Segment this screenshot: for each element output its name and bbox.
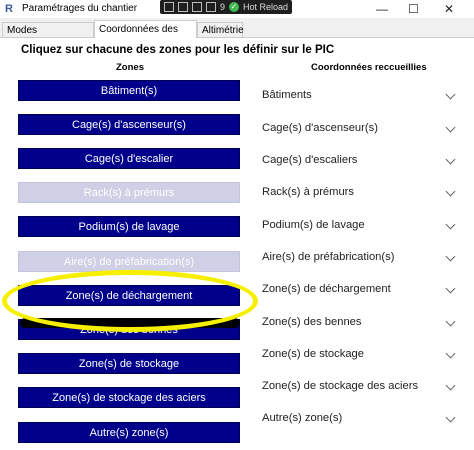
coords-column-header: Coordonnées reccueillies xyxy=(311,62,427,73)
chevron-down-icon[interactable] xyxy=(445,154,456,165)
hot-reload-icon: ✓ xyxy=(229,2,240,12)
coord-row-label: Autre(s) zone(s) xyxy=(262,412,343,424)
zones-column-header: Zones xyxy=(116,62,144,73)
coord-row-stockage[interactable]: Zone(s) de stockage xyxy=(262,344,462,364)
coord-row-label: Bâtiments xyxy=(262,89,312,101)
coord-row-escaliers[interactable]: Cage(s) d'escaliers xyxy=(262,150,462,170)
chevron-down-icon[interactable] xyxy=(445,348,456,359)
chevron-down-icon[interactable] xyxy=(445,89,456,100)
coord-row-ascenseurs[interactable]: Cage(s) d'ascenseur(s) xyxy=(262,118,462,138)
display-layout-icon[interactable] xyxy=(178,2,188,12)
track-focus-icon[interactable] xyxy=(192,2,202,12)
coord-row-dechargement[interactable]: Zone(s) de déchargement xyxy=(262,279,462,299)
app-icon: R xyxy=(5,3,13,15)
maximize-icon[interactable]: ☐ xyxy=(408,2,419,16)
tab-modes-constructifs[interactable]: Modes constructifs xyxy=(2,22,94,51)
chevron-down-icon[interactable] xyxy=(445,251,456,262)
zone-button-stockage[interactable]: Zone(s) de stockage xyxy=(18,353,240,374)
debug-toolbar: 9 ✓ Hot Reload xyxy=(160,0,293,14)
coord-row-bennes[interactable]: Zone(s) des bennes xyxy=(262,312,462,332)
adorner-icon[interactable] xyxy=(206,2,216,12)
panel-heading: Cliquez sur chacune des zones pour les d… xyxy=(21,44,335,56)
coord-row-label: Zone(s) des bennes xyxy=(262,316,362,328)
chevron-down-icon[interactable] xyxy=(445,186,456,197)
chevron-down-icon[interactable] xyxy=(445,122,456,133)
select-element-icon[interactable] xyxy=(164,2,174,12)
coord-row-label: Cage(s) d'escaliers xyxy=(262,154,358,166)
tab-coordonnees-zones[interactable]: Coordonnées des zones xyxy=(94,20,197,52)
coord-row-autres[interactable]: Autre(s) zone(s) xyxy=(262,408,462,428)
title-bar: R Paramétrages du chantier 9 ✓ Hot Reloa… xyxy=(0,0,474,18)
zone-button-escaliers[interactable]: Cage(s) d'escalier xyxy=(18,148,240,169)
zone-button-stockage-aciers[interactable]: Zone(s) de stockage des aciers xyxy=(18,387,240,408)
zone-button-batiments[interactable]: Bâtiment(s) xyxy=(18,80,240,101)
coord-row-racks[interactable]: Rack(s) à prémurs xyxy=(262,182,462,202)
zone-button-ascenseurs[interactable]: Cage(s) d'ascenseur(s) xyxy=(18,114,240,135)
chevron-down-icon[interactable] xyxy=(445,283,456,294)
coord-row-label: Zone(s) de stockage xyxy=(262,348,364,360)
coord-row-batiments[interactable]: Bâtiments xyxy=(262,85,462,105)
zone-button-autres[interactable]: Autre(s) zone(s) xyxy=(18,422,240,443)
zone-button-racks[interactable]: Rack(s) à prémurs xyxy=(18,182,240,203)
minimize-icon[interactable]: — xyxy=(376,2,388,16)
chevron-down-icon[interactable] xyxy=(445,219,456,230)
zone-button-prefabrication[interactable]: Aire(s) de préfabrication(s) xyxy=(18,251,240,272)
zone-button-podiums[interactable]: Podium(s) de lavage xyxy=(18,216,240,237)
issues-count[interactable]: 9 xyxy=(220,2,225,12)
coord-row-podiums[interactable]: Podium(s) de lavage xyxy=(262,215,462,235)
tab-altimetrie[interactable]: Altimétrie xyxy=(197,22,244,37)
chevron-down-icon[interactable] xyxy=(445,316,456,327)
window-title: Paramétrages du chantier xyxy=(22,3,138,14)
coord-row-label: Aire(s) de préfabrication(s) xyxy=(262,251,395,263)
coord-row-label: Podium(s) de lavage xyxy=(262,219,365,231)
coord-row-label: Cage(s) d'ascenseur(s) xyxy=(262,122,378,134)
coord-row-label: Zone(s) de stockage des aciers xyxy=(262,380,419,392)
zones-panel: Cliquez sur chacune des zones pour les d… xyxy=(0,38,474,450)
tab-strip: Modes constructifs Coordonnées des zones… xyxy=(0,20,474,52)
coord-row-label: Zone(s) de déchargement xyxy=(262,283,391,295)
chevron-down-icon[interactable] xyxy=(445,380,456,391)
close-icon[interactable]: ✕ xyxy=(444,2,454,16)
coord-row-prefabrication[interactable]: Aire(s) de préfabrication(s) xyxy=(262,247,462,267)
coord-row-label: Rack(s) à prémurs xyxy=(262,186,355,198)
coord-row-stockage-aciers[interactable]: Zone(s) de stockage des aciers xyxy=(262,376,462,396)
yellow-highlight-ellipse xyxy=(2,270,258,332)
hot-reload-label[interactable]: Hot Reload xyxy=(243,2,288,12)
chevron-down-icon[interactable] xyxy=(445,412,456,423)
